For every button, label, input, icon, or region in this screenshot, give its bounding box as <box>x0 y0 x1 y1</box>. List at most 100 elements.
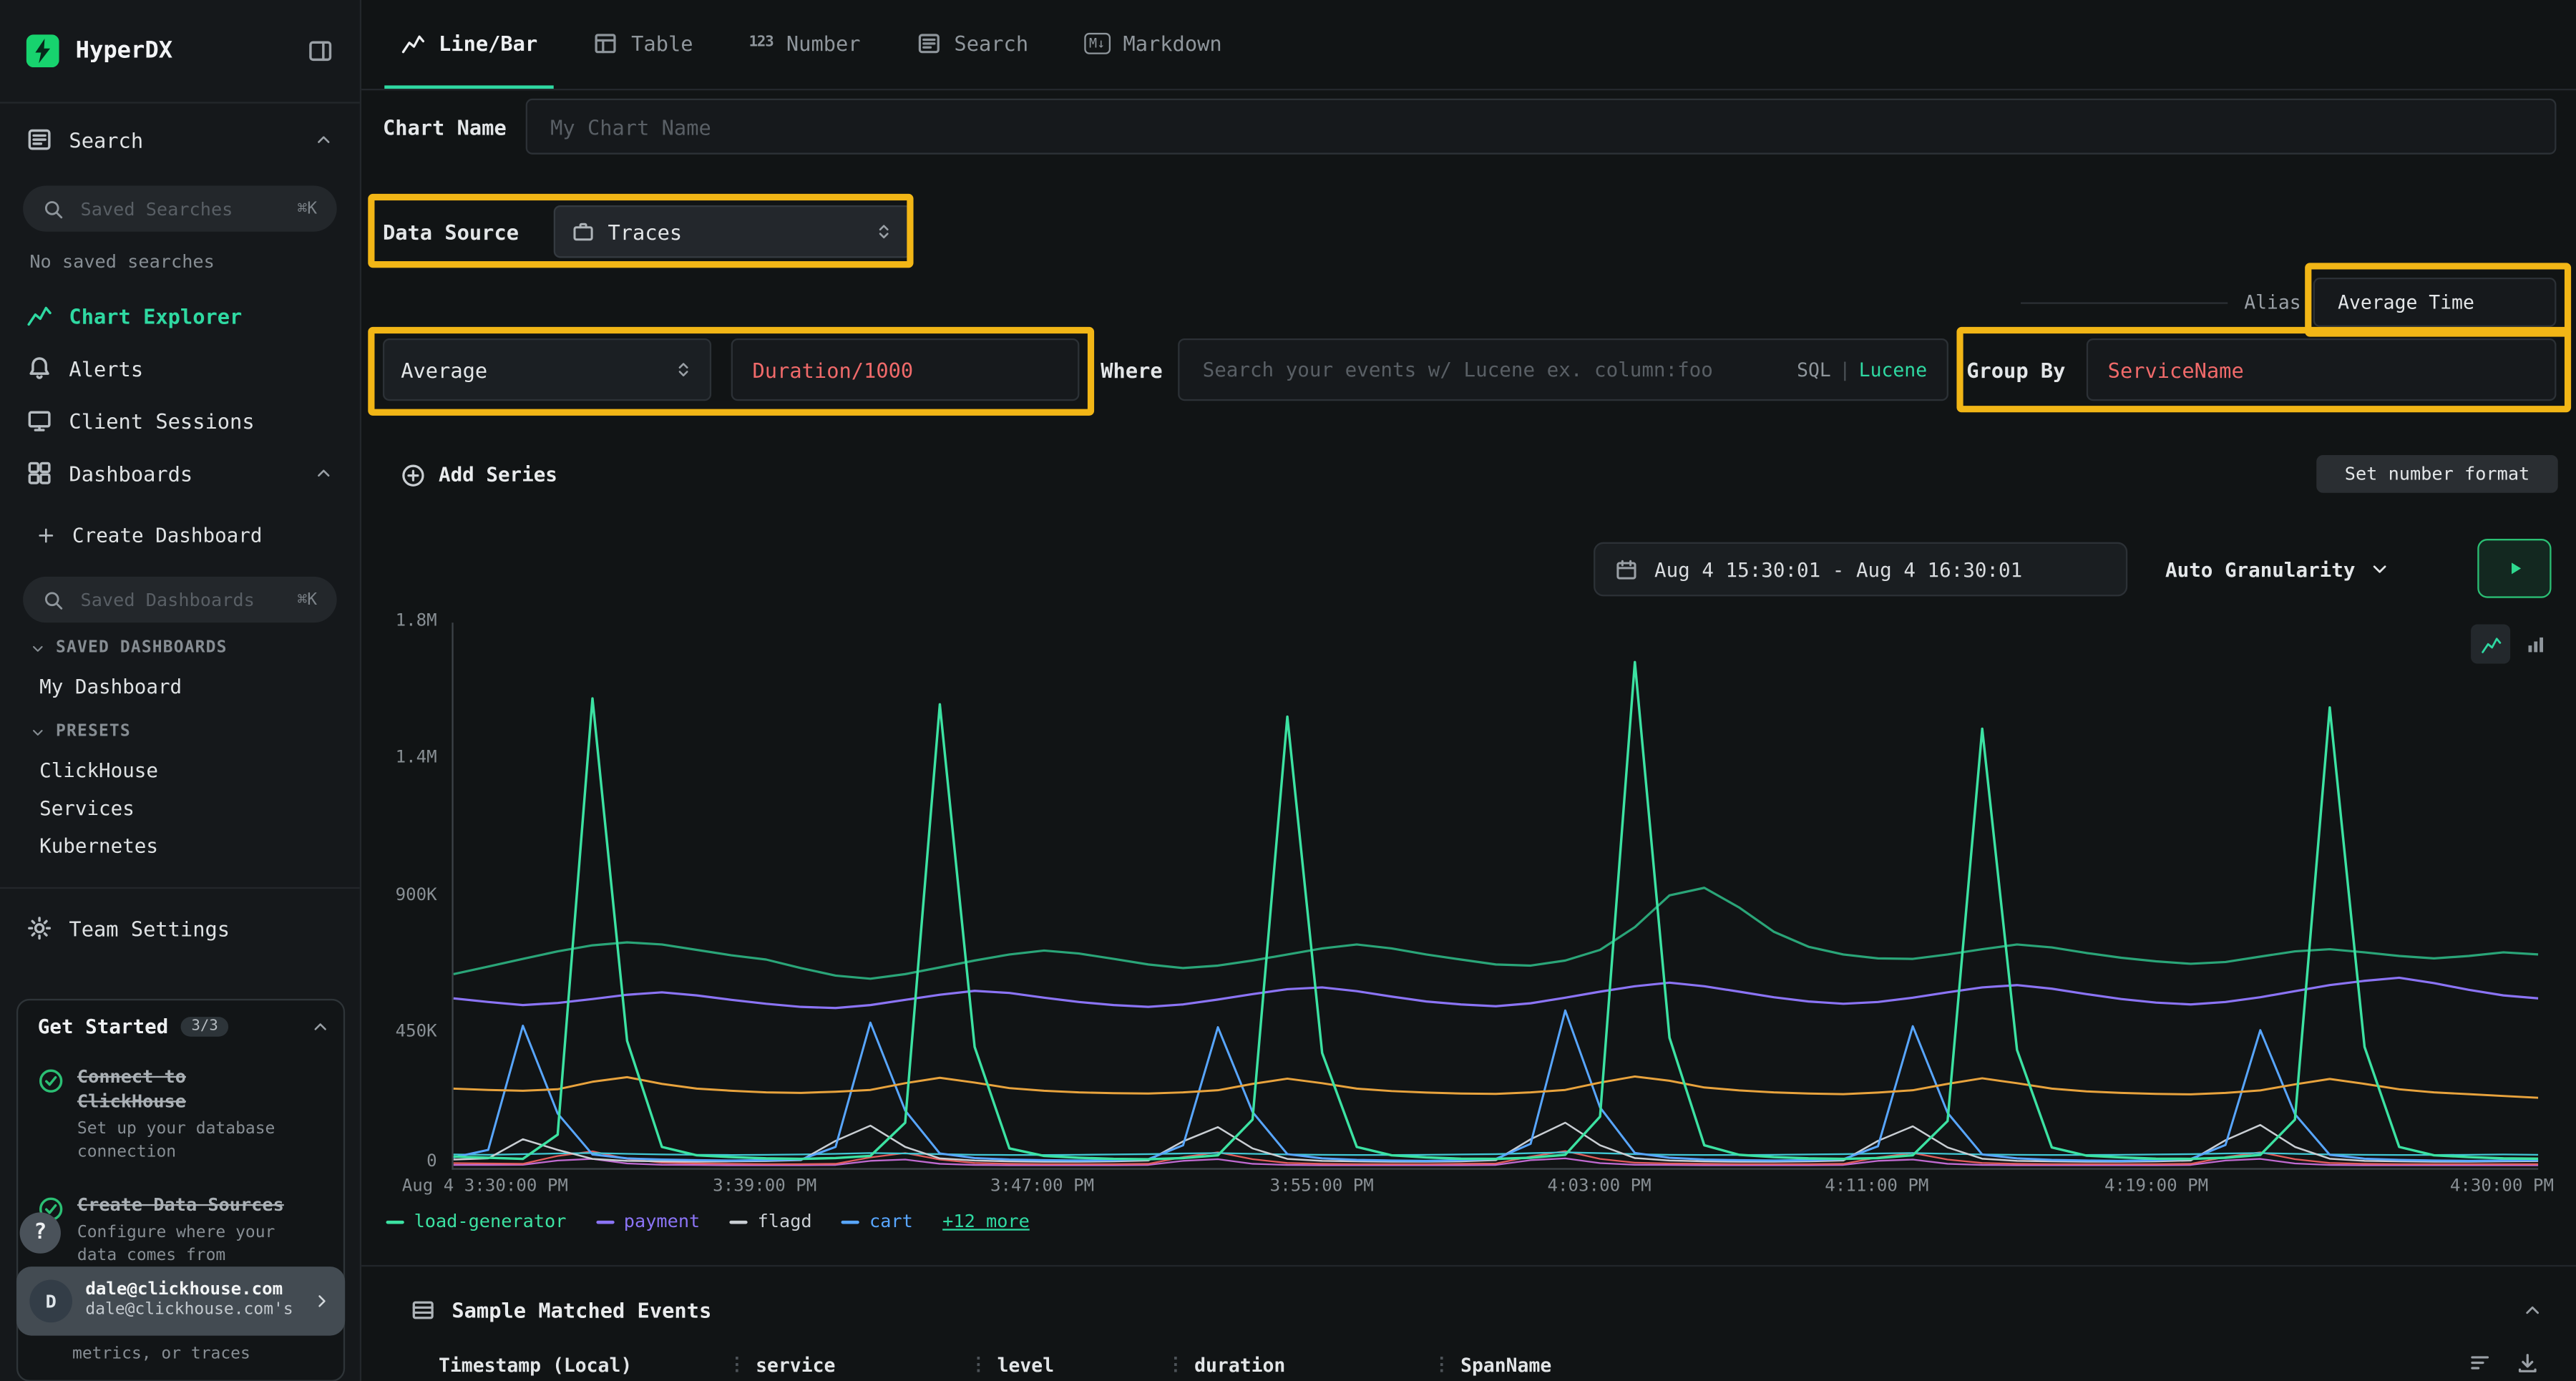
saved-dashboards-search[interactable]: ⌘K <box>23 577 337 623</box>
saved-searches-search[interactable]: ⌘K <box>23 185 337 231</box>
tab-label: Search <box>954 30 1028 54</box>
chart-legend: load-generator payment flagd cart +12 mo… <box>386 1211 1030 1232</box>
line-chart-icon <box>401 30 425 54</box>
column-header-spanname[interactable]: SpanName <box>1460 1353 2428 1376</box>
get-started-item[interactable]: Create Data Sources Configure where your… <box>38 1194 331 1268</box>
tab-label: Table <box>631 30 693 54</box>
sidebar-item-dashboards[interactable]: Dashboards <box>0 452 360 494</box>
toggle-divider: | <box>1839 358 1850 381</box>
column-separator[interactable]: ⋮ <box>728 1354 746 1375</box>
user-menu[interactable]: D dale@clickhouse.com dale@clickhouse.co… <box>16 1267 345 1335</box>
check-circle-icon <box>38 1068 64 1094</box>
column-separator[interactable]: ⋮ <box>1166 1354 1184 1375</box>
date-range-picker[interactable]: Aug 4 15:30:01 - Aug 4 16:30:01 <box>1594 542 2127 597</box>
table-icon <box>593 30 618 54</box>
x-axis-label: Aug 4 3:30:00 PM <box>402 1176 568 1196</box>
legend-item[interactable]: payment <box>596 1211 700 1232</box>
dashboards-icon <box>26 460 53 487</box>
sidebar: HyperDX Search ⌘K No saved searches <box>0 0 361 1381</box>
column-separator[interactable]: ⋮ <box>1433 1354 1450 1375</box>
set-number-format-button[interactable]: Set number format <box>2316 455 2558 493</box>
chart-name-input[interactable] <box>547 112 2535 140</box>
legend-more-link[interactable]: +12 more <box>942 1211 1030 1232</box>
legend-item[interactable]: flagd <box>730 1211 812 1232</box>
sidebar-section-search[interactable]: Search <box>0 118 360 161</box>
tab-label: Number <box>786 30 861 54</box>
chevron-updown-icon <box>874 222 894 242</box>
tab-search[interactable]: Search <box>900 0 1045 89</box>
search-section-label: Search <box>69 127 143 152</box>
tab-markdown[interactable]: M↓ Markdown <box>1068 0 1238 89</box>
add-series-button[interactable]: Add Series <box>401 455 557 494</box>
chevron-down-icon <box>29 723 46 740</box>
brand-row: HyperDX <box>0 20 360 82</box>
download-icon[interactable] <box>2515 1350 2540 1375</box>
get-started-item[interactable]: Connect to ClickHouse Set up your databa… <box>38 1066 331 1164</box>
calendar-icon <box>1615 557 1638 580</box>
preset-item-clickhouse[interactable]: ClickHouse <box>39 759 158 782</box>
group-by-label: Group By <box>1966 338 2065 401</box>
chevron-up-icon <box>314 130 334 150</box>
column-header-timestamp[interactable]: Timestamp (Local) <box>439 1353 718 1376</box>
gear-icon <box>26 915 53 942</box>
search-icon <box>43 589 64 610</box>
chevron-up-icon <box>314 463 334 483</box>
add-series-label: Add Series <box>439 463 557 486</box>
column-header-service[interactable]: service <box>756 1353 960 1376</box>
data-source-select[interactable]: Traces <box>554 205 912 258</box>
hyperdx-logo-icon <box>26 34 59 67</box>
dashboard-item-my-dashboard[interactable]: My Dashboard <box>39 675 182 698</box>
sidebar-item-chart-explorer[interactable]: Chart Explorer <box>0 294 360 337</box>
tab-table[interactable]: Table <box>577 0 709 89</box>
saved-searches-input[interactable] <box>77 196 284 220</box>
dashboards-label: Dashboards <box>69 461 192 485</box>
presets-header-label: PRESETS <box>56 723 131 741</box>
create-dashboard-button[interactable]: Create Dashboard <box>0 514 360 557</box>
collapse-sidebar-icon[interactable] <box>307 38 333 64</box>
legend-label: cart <box>869 1211 913 1232</box>
y-axis-tick: 1.8M <box>361 611 437 631</box>
column-header-level[interactable]: level <box>997 1353 1157 1376</box>
chevron-down-icon <box>2368 559 2390 580</box>
saved-dashboards-input[interactable] <box>77 587 284 612</box>
lucene-toggle[interactable]: Lucene <box>1859 358 1927 381</box>
x-axis-label: 4:19:00 PM <box>2104 1176 2208 1196</box>
group-by-input[interactable]: ServiceName <box>2087 338 2557 401</box>
get-started-header[interactable]: Get Started 3/3 <box>38 1015 331 1038</box>
tab-number[interactable]: 123 Number <box>733 0 877 89</box>
aggregation-select[interactable]: Average <box>383 338 711 401</box>
x-axis-label: 3:47:00 PM <box>990 1176 1094 1196</box>
granularity-select[interactable]: Auto Granularity <box>2165 542 2390 597</box>
sidebar-item-team-settings[interactable]: Team Settings <box>0 907 360 950</box>
aggregation-field-input[interactable]: Duration/1000 <box>731 338 1080 401</box>
alias-connector-line <box>2021 302 2228 303</box>
preset-item-services[interactable]: Services <box>39 797 135 820</box>
presets-header[interactable]: PRESETS <box>29 723 131 741</box>
saved-dashboards-header[interactable]: SAVED DASHBOARDS <box>29 639 227 657</box>
chevron-updown-icon <box>673 360 693 380</box>
sidebar-item-alerts[interactable]: Alerts <box>0 346 360 389</box>
chart-plot-area[interactable] <box>452 623 2538 1170</box>
help-button[interactable]: ? <box>20 1212 61 1253</box>
legend-label: load-generator <box>414 1211 567 1232</box>
x-axis-label: 3:55:00 PM <box>1270 1176 1374 1196</box>
alias-input[interactable] <box>2335 289 2535 316</box>
where-search-input[interactable] <box>1199 356 1784 383</box>
list-icon <box>917 30 941 54</box>
chevron-right-icon <box>312 1292 332 1312</box>
collapse-section-icon[interactable] <box>2522 1299 2543 1320</box>
legend-item[interactable]: cart <box>841 1211 913 1232</box>
sidebar-item-client-sessions[interactable]: Client Sessions <box>0 399 360 442</box>
column-header-duration[interactable]: duration <box>1194 1353 1423 1376</box>
sample-events-header: Sample Matched Events <box>411 1287 2543 1332</box>
sql-toggle[interactable]: SQL <box>1797 358 1831 381</box>
legend-item[interactable]: load-generator <box>386 1211 567 1232</box>
alias-label: Alias <box>2244 278 2301 327</box>
run-query-button[interactable] <box>2477 539 2551 598</box>
tab-line-bar[interactable]: Line/Bar <box>384 0 554 89</box>
column-separator[interactable]: ⋮ <box>970 1354 987 1375</box>
preset-item-kubernetes[interactable]: Kubernetes <box>39 834 158 857</box>
alerts-label: Alerts <box>69 356 143 380</box>
column-settings-icon[interactable] <box>2467 1350 2492 1375</box>
legend-label: payment <box>624 1211 700 1232</box>
